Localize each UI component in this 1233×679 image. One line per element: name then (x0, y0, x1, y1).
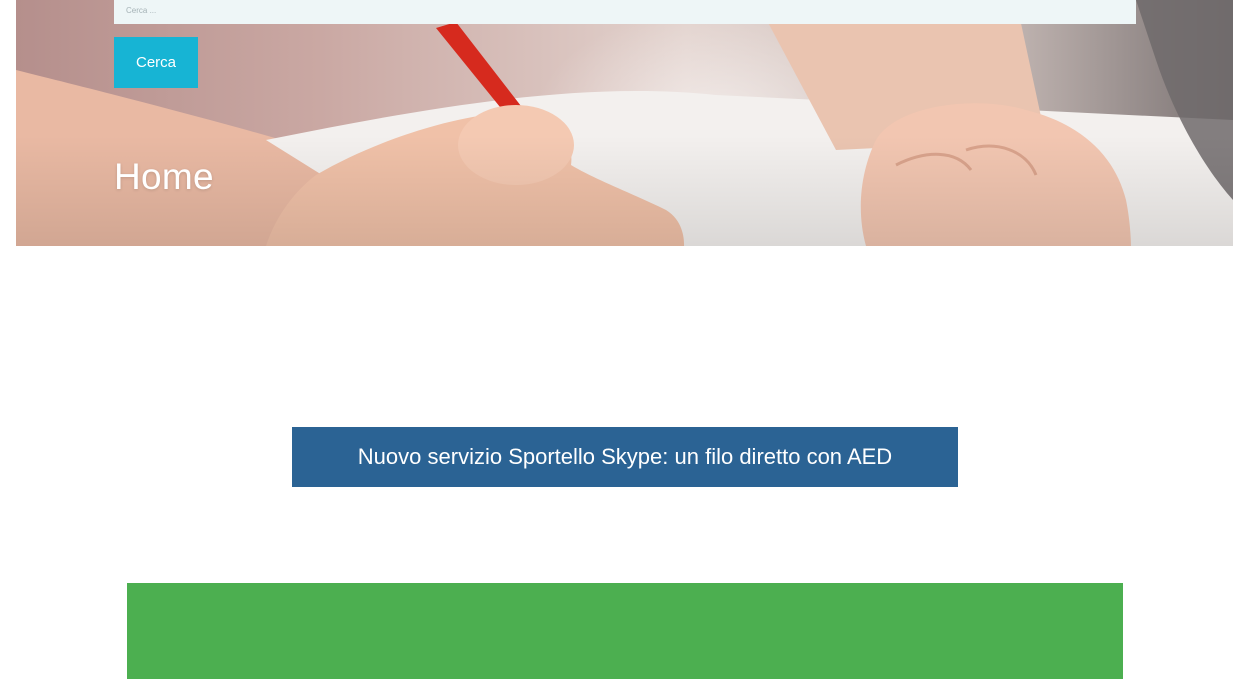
search-input[interactable] (114, 0, 1136, 24)
search-button[interactable]: Cerca (114, 37, 198, 88)
page: Cerca Home Nuovo servizio Sportello Skyp… (0, 0, 1233, 679)
page-title: Home (114, 156, 214, 197)
hero-overlay (16, 0, 1233, 246)
skype-service-banner-link[interactable]: Nuovo servizio Sportello Skype: un filo … (292, 427, 958, 487)
green-panel (127, 583, 1123, 679)
hero-banner: Cerca Home (16, 0, 1233, 246)
